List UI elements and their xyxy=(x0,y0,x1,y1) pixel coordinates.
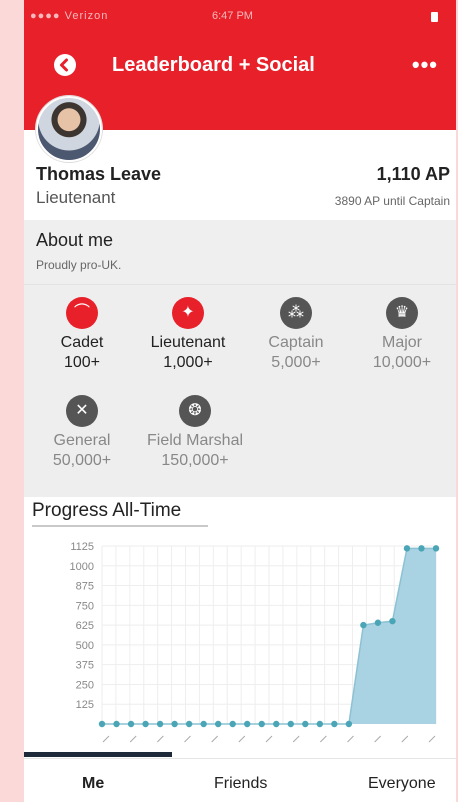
y-tick-label: 1000 xyxy=(70,561,94,573)
data-point xyxy=(418,545,425,552)
tab-everyone[interactable]: Everyone xyxy=(368,775,436,793)
y-tick-label: 625 xyxy=(76,620,94,632)
battery-icon xyxy=(431,12,438,22)
single-star-icon: ✦ xyxy=(172,297,204,329)
data-point xyxy=(156,720,164,728)
about-text: Proudly pro-UK. xyxy=(36,258,122,272)
points-until-next-rank: 3890 AP until Captain xyxy=(334,194,450,208)
badge-cadet[interactable]: ⌒ Cadet 100+ xyxy=(30,297,134,373)
badge-name: Field Marshal xyxy=(146,432,244,449)
x-tick-mark xyxy=(102,735,110,743)
data-point xyxy=(229,720,236,728)
app-screen: ●●●● Verizon 6:47 PM Leaderboard + Socia… xyxy=(24,0,456,802)
progress-chart-svg: 1125 1000 875 750 625 500 375 250 125 xyxy=(70,541,440,743)
back-arrow-icon[interactable] xyxy=(54,54,76,76)
x-tick-mark xyxy=(184,735,191,743)
x-tick-mark xyxy=(319,735,327,743)
x-tick-mark xyxy=(265,735,273,743)
data-point xyxy=(98,720,106,728)
data-point xyxy=(287,720,294,728)
tab-me[interactable]: Me xyxy=(82,775,104,793)
x-tick-mark xyxy=(156,735,164,743)
x-tick-mark xyxy=(211,735,219,743)
nav-bar: Leaderboard + Social ••• xyxy=(24,46,456,86)
crown-icon: ♛ xyxy=(386,297,418,329)
badge-name: Captain xyxy=(268,334,324,351)
data-point xyxy=(273,720,280,728)
profile-name: Thomas Leave xyxy=(36,164,162,184)
data-point xyxy=(374,619,382,626)
data-point xyxy=(345,720,353,728)
data-point xyxy=(389,617,396,625)
y-tick-label: 250 xyxy=(76,679,94,691)
tab-friends[interactable]: Friends xyxy=(214,775,267,793)
profile-points: 1,110 AP xyxy=(376,164,450,184)
x-tick-mark xyxy=(129,735,137,743)
x-tick-mark xyxy=(401,735,409,743)
data-point xyxy=(302,720,309,728)
data-point xyxy=(142,720,149,728)
x-tick-mark xyxy=(347,735,354,743)
badge-general[interactable]: ✕ General 50,000+ xyxy=(30,395,134,471)
crossed-swords-icon: ✕ xyxy=(66,395,98,427)
badge-threshold: 1,000+ xyxy=(163,354,213,371)
data-point xyxy=(185,720,193,728)
progress-title-underline xyxy=(32,525,208,527)
about-title: About me xyxy=(36,230,114,250)
data-point xyxy=(432,545,440,552)
y-tick-label: 750 xyxy=(76,600,94,612)
y-tick-label: 1125 xyxy=(70,541,94,553)
badge-captain[interactable]: ⁂ Captain 5,000+ xyxy=(244,297,348,373)
avatar[interactable] xyxy=(36,96,102,162)
y-tick-label: 875 xyxy=(76,581,94,593)
badge-name: Cadet xyxy=(60,334,104,351)
badge-threshold: 5,000+ xyxy=(271,354,321,371)
badge-name: Major xyxy=(381,334,422,351)
more-dots-icon[interactable]: ••• xyxy=(412,52,438,78)
wreath-icon: ❂ xyxy=(179,395,211,427)
badge-threshold: 150,000+ xyxy=(161,452,229,469)
badge-field-marshal[interactable]: ❂ Field Marshal 150,000+ xyxy=(136,395,254,471)
data-point xyxy=(331,720,338,728)
data-point xyxy=(214,720,222,728)
page-title: Leaderboard + Social xyxy=(112,54,315,76)
active-tab-indicator xyxy=(24,752,172,757)
data-point xyxy=(360,621,367,629)
x-tick-mark xyxy=(428,735,436,743)
cap-icon: ⌒ xyxy=(66,297,98,329)
x-tick-mark xyxy=(292,735,300,743)
data-point xyxy=(258,720,265,728)
x-tick-mark xyxy=(238,735,246,743)
badge-threshold: 10,000+ xyxy=(372,354,432,371)
bottom-tabs: Me Friends Everyone xyxy=(24,758,456,802)
data-point xyxy=(200,720,207,728)
progress-chart: 1125 1000 875 750 625 500 375 250 125 xyxy=(24,534,456,752)
badge-lieutenant[interactable]: ✦ Lieutenant 1,000+ xyxy=(136,297,240,373)
status-time: 6:47 PM xyxy=(212,10,253,22)
status-bar: ●●●● Verizon 6:47 PM xyxy=(24,8,456,28)
progress-title: Progress All-Time xyxy=(32,500,182,521)
y-tick-label: 125 xyxy=(76,699,94,711)
profile-rank: Lieutenant xyxy=(36,188,116,207)
rank-badges: ⌒ Cadet 100+ ✦ Lieutenant 1,000+ ⁂ Capta… xyxy=(24,284,456,497)
y-tick-label: 375 xyxy=(76,660,94,672)
three-stars-icon: ⁂ xyxy=(280,297,312,329)
badge-name: General xyxy=(53,432,111,449)
data-point xyxy=(316,720,324,728)
badge-major[interactable]: ♛ Major 10,000+ xyxy=(350,297,454,373)
data-point xyxy=(171,720,178,728)
badge-threshold: 100+ xyxy=(63,354,101,371)
data-point xyxy=(403,545,411,552)
y-tick-label: 500 xyxy=(76,640,94,652)
data-point xyxy=(244,720,251,728)
badge-name: Lieutenant xyxy=(150,334,226,351)
carrier-label: ●●●● Verizon xyxy=(30,10,109,22)
badge-threshold: 50,000+ xyxy=(52,452,112,469)
data-point xyxy=(113,720,120,728)
x-tick-mark xyxy=(374,735,382,743)
data-point xyxy=(127,720,135,728)
